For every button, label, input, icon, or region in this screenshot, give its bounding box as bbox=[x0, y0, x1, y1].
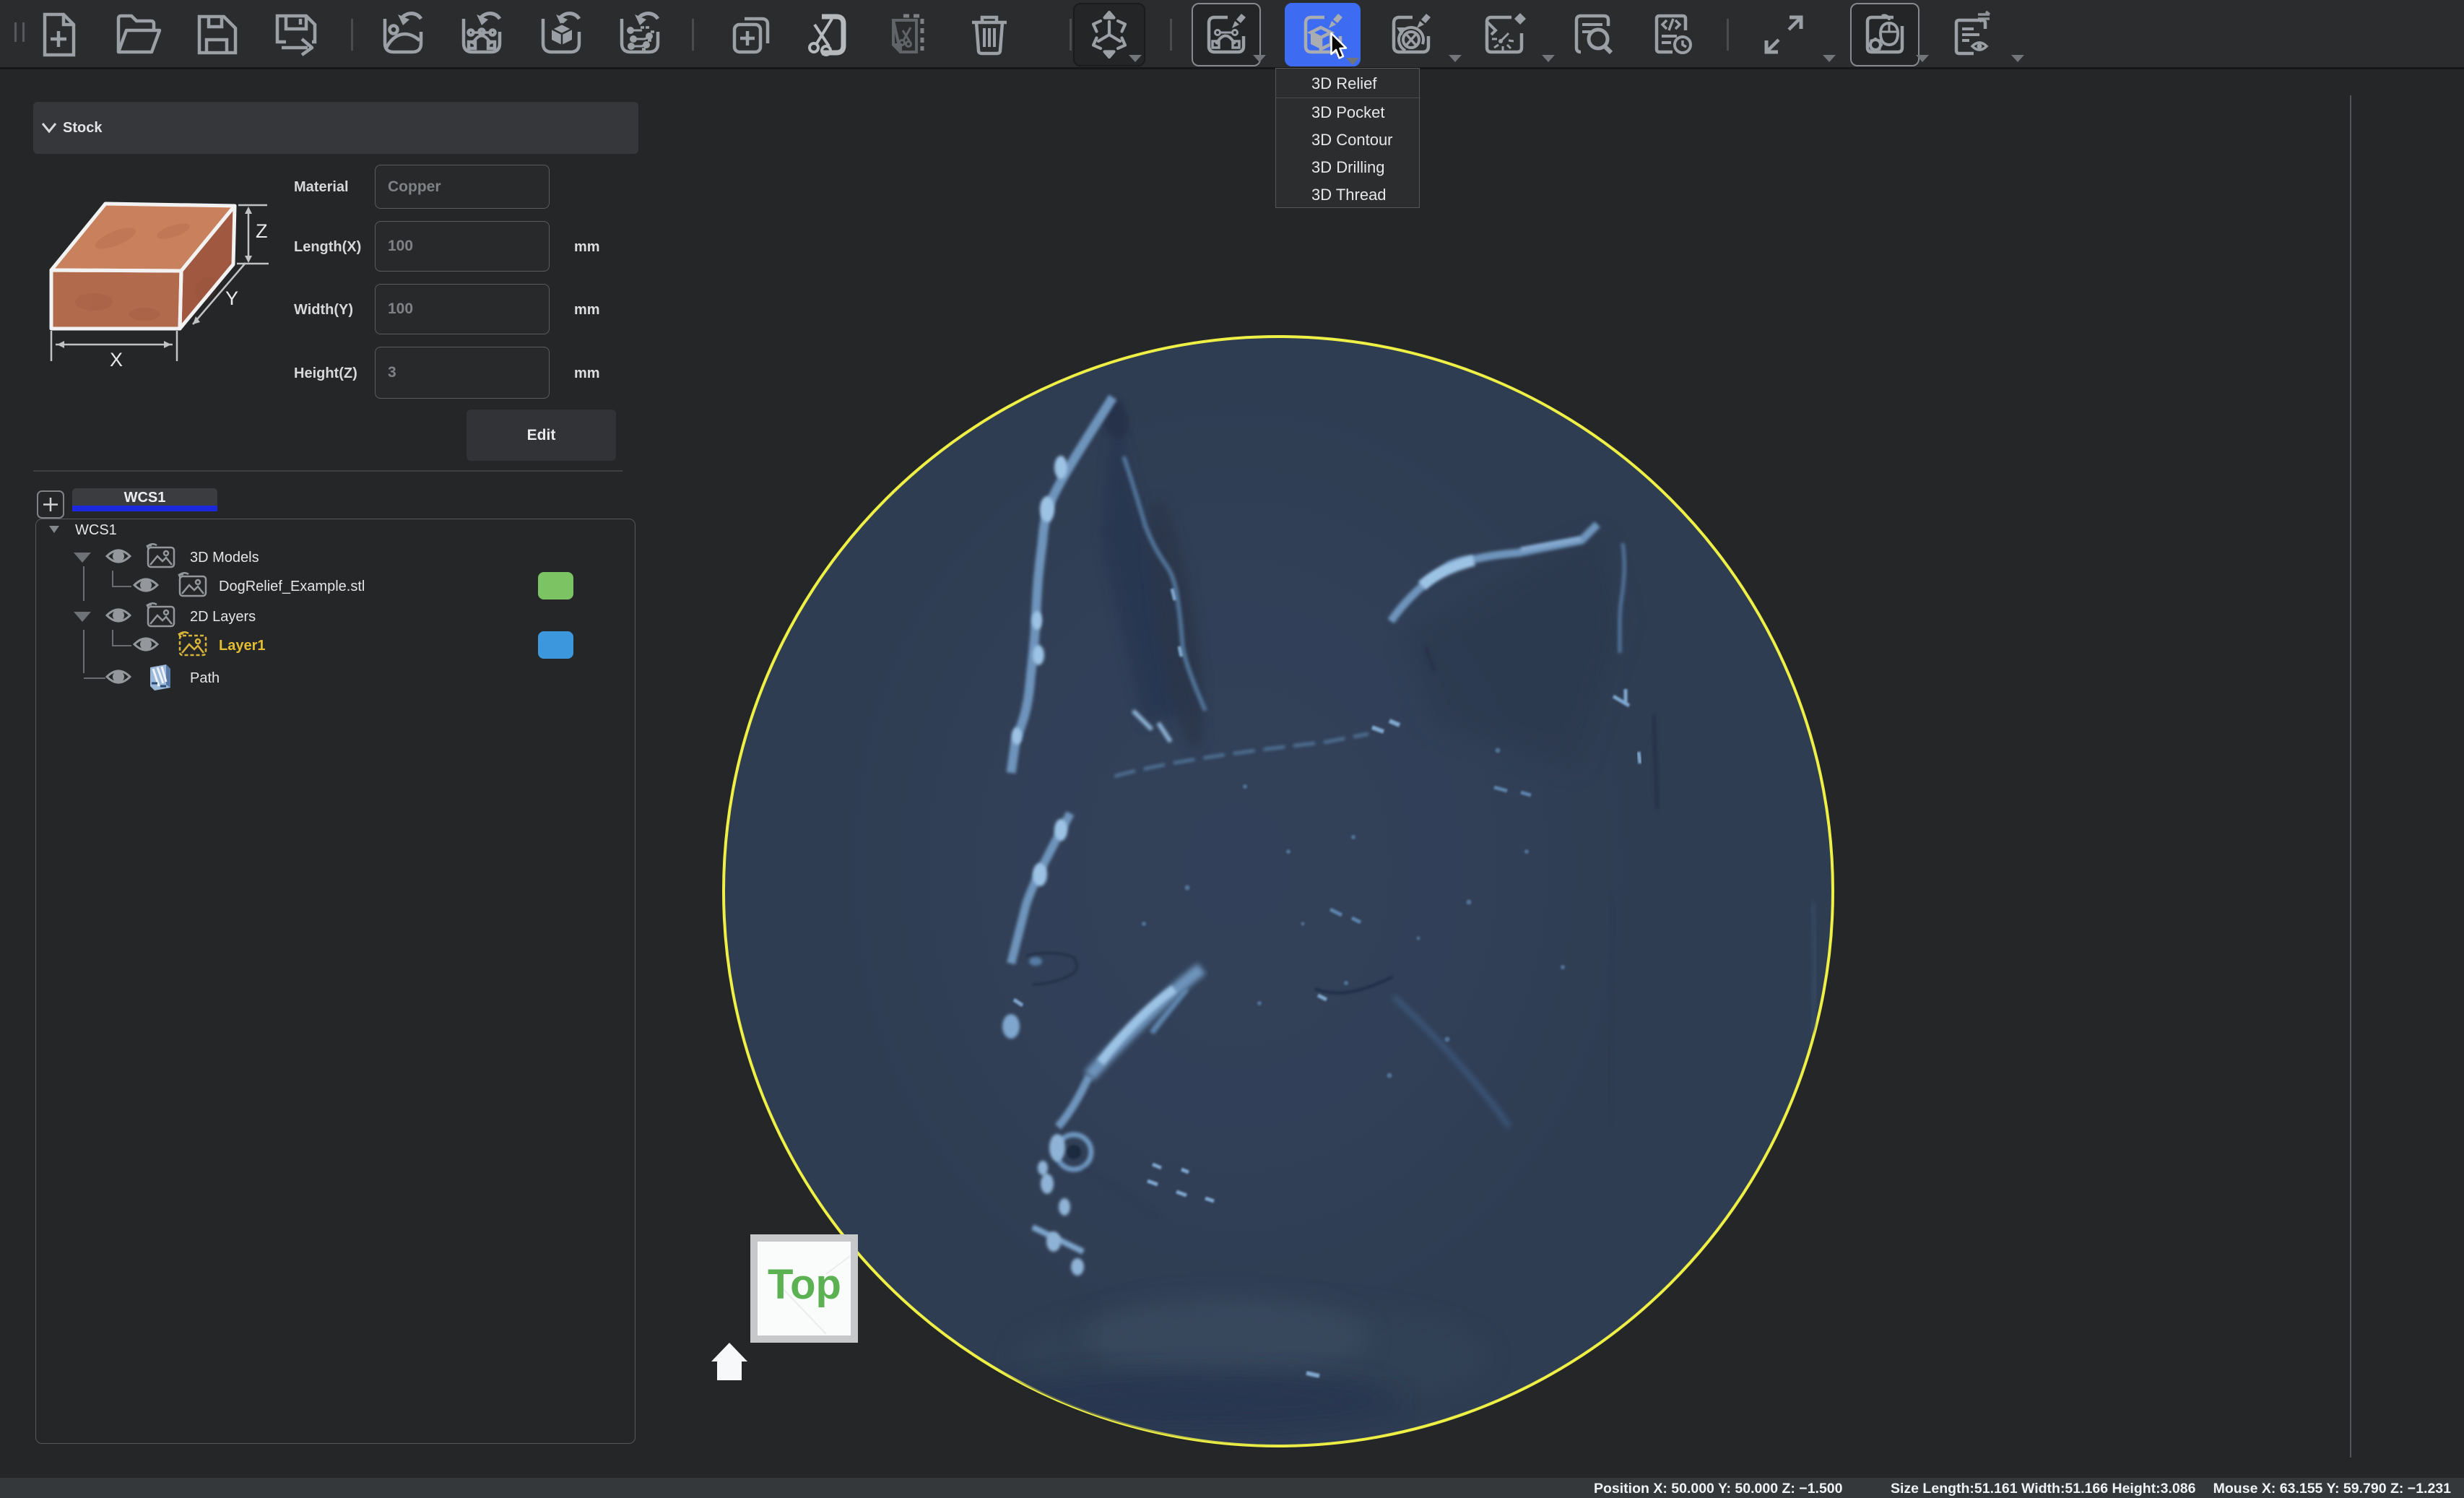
svg-text:Path: Path bbox=[190, 670, 220, 686]
svg-text:Z: Z bbox=[256, 220, 268, 242]
svg-text:X: X bbox=[110, 349, 123, 371]
svg-text:Y: Y bbox=[225, 287, 238, 309]
svg-text:DogRelief_Example.stl: DogRelief_Example.stl bbox=[219, 579, 365, 594]
svg-text:3D Models: 3D Models bbox=[190, 550, 259, 566]
svg-text:WCS1: WCS1 bbox=[75, 522, 117, 538]
svg-text:2D Layers: 2D Layers bbox=[190, 609, 256, 625]
svg-text:Layer1: Layer1 bbox=[219, 638, 266, 654]
